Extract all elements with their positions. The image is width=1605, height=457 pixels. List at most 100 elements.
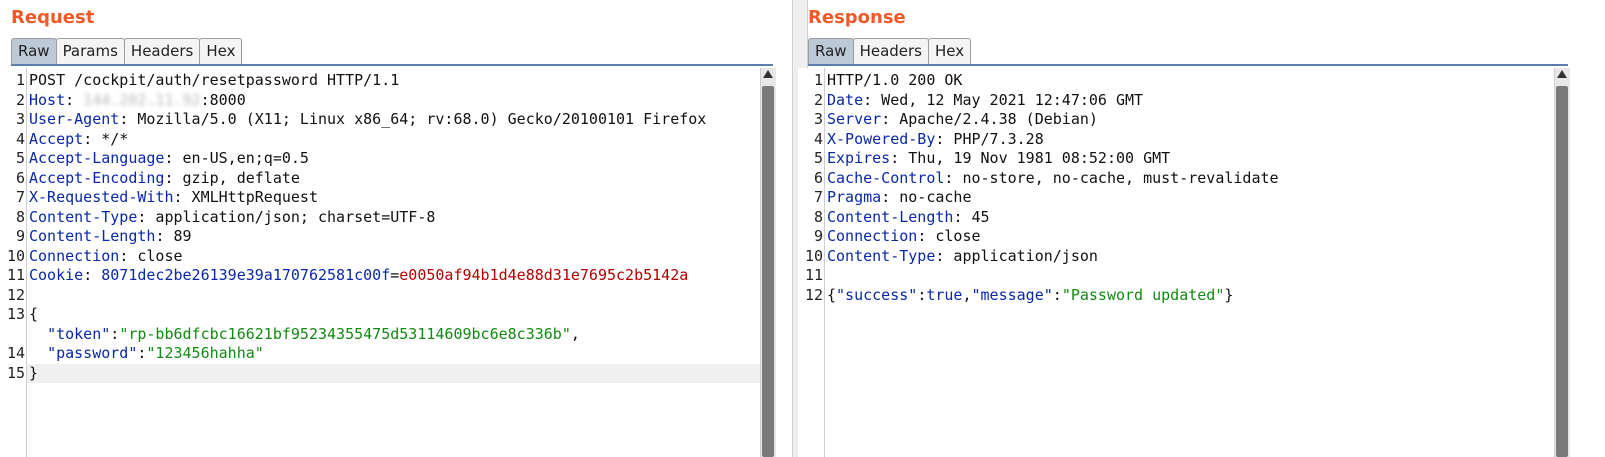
response-code-line: 10 Content-Type: application/json [798, 247, 1556, 267]
response-token: : close [917, 227, 981, 245]
request-token: "password" [47, 344, 138, 362]
response-token: Connection [827, 227, 918, 245]
request-code-line: 10 Connection: close [0, 247, 760, 267]
request-code-line: 14 "password":"123456hahha" [0, 344, 760, 364]
request-line-content: } [29, 364, 38, 384]
response-tab-raw[interactable]: Raw [808, 38, 854, 64]
request-code-line: 11 Cookie: 8071dec2be26139e39a170762581c0… [0, 266, 760, 286]
request-scrollbar[interactable] [760, 68, 776, 457]
request-editor[interactable]: 1 POST /cockpit/auth/resetpassword HTTP/1… [0, 68, 760, 457]
response-tabs: Raw Headers Hex [808, 38, 972, 65]
request-token: , [570, 324, 580, 343]
request-code-line: 5 Accept-Language: en-US,en;q=0.5 [0, 149, 760, 169]
request-line-number: 4 [15, 129, 25, 148]
request-token: e0050af94b1d4e88d31e7695c2b5142a [399, 266, 689, 284]
request-scroll-thumb[interactable] [762, 86, 774, 457]
response-code-line: 12 {"success":true,"message":"Password up… [798, 286, 1556, 306]
request-line-number: 9 [15, 227, 25, 245]
request-tab-hex[interactable]: Hex [199, 38, 243, 64]
response-line-number: 2 [813, 90, 823, 109]
response-tab-headers[interactable]: Headers [852, 38, 929, 64]
request-token: : XMLHttpRequest [173, 188, 319, 206]
request-line-content: POST /cockpit/auth/resetpassword HTTP/1.… [29, 71, 399, 91]
response-token: Cache-Control [827, 168, 945, 187]
response-line-number: 1 [813, 71, 823, 89]
request-line-number: 14 [6, 344, 25, 362]
request-panel: Request Raw Params Headers Hex 1 POST /co… [0, 0, 792, 457]
scroll-up-arrow-icon[interactable] [1557, 70, 1567, 78]
request-line-content: "password":"123456hahha" [29, 344, 264, 364]
request-code-line: 3 User-Agent: Mozilla/5.0 (X11; Linux x86… [0, 110, 760, 130]
request-tab-headers[interactable]: Headers [123, 38, 201, 64]
request-tab-raw[interactable]: Raw [11, 38, 57, 64]
request-line-number: 5 [15, 149, 25, 167]
request-token: Content-Length [29, 227, 156, 245]
request-token: : 89 [155, 227, 192, 245]
request-token: : [83, 266, 102, 284]
response-code-line: 5 Expires: Thu, 19 Nov 1981 08:52:00 GMT [798, 149, 1556, 169]
response-panel: Response Raw Headers Hex 1 HTTP/1.0 200 O… [798, 0, 1605, 457]
response-line-content: Pragma: no-cache [827, 188, 972, 208]
request-line-content: Connection: close [29, 247, 183, 267]
request-line-content: Accept-Language: en-US,en;q=0.5 [29, 149, 309, 169]
request-token: X-Requested-With [29, 188, 174, 206]
request-token: 8071dec2be26139e39a170762581c00f [101, 266, 391, 284]
request-code-line: 2 Host: 144.202.11.92:8000 [0, 91, 760, 111]
request-line-number: 7 [15, 188, 25, 206]
request-token [29, 344, 47, 362]
request-token: } [29, 363, 39, 382]
request-token: { [29, 305, 39, 323]
request-token: Content-Type [29, 207, 138, 226]
response-line-number: 10 [804, 246, 823, 265]
request-line-number: 3 [15, 110, 25, 128]
response-scrollbar[interactable] [1554, 68, 1605, 457]
scroll-up-arrow-icon[interactable] [763, 70, 773, 78]
response-code-line: 11 [798, 266, 1556, 286]
response-line-content: Server: Apache/2.4.38 (Debian) [827, 110, 1098, 130]
request-code-line: 7 X-Requested-With: XMLHttpRequest [0, 188, 760, 208]
response-editor[interactable]: 1 HTTP/1.0 200 OK 2 Date: Wed, 12 May 2021 … [798, 68, 1556, 457]
response-token: } [1224, 285, 1234, 304]
response-line-number: 8 [813, 207, 823, 226]
request-line-content: Accept: */* [29, 130, 128, 150]
request-token: = [390, 266, 400, 284]
request-code-line: "token":"rp-bb6dfcbc16621bf95234355475d5… [0, 325, 760, 345]
request-tab-params[interactable]: Params [55, 38, 125, 64]
request-line-number: 2 [15, 90, 25, 109]
response-line-content: {"success":true,"message":"Password upda… [827, 286, 1233, 306]
request-code-line: 6 Accept-Encoding: gzip, deflate [0, 169, 760, 189]
response-line-number: 5 [813, 149, 823, 167]
request-line-number: 11 [6, 266, 25, 284]
request-token: : [110, 324, 120, 343]
response-token: X-Powered-By [827, 129, 936, 148]
request-code-line: 8 Content-Type: application/json; charset… [0, 208, 760, 228]
request-line-content: Cookie: 8071dec2be26139e39a170762581c00f… [29, 266, 688, 286]
response-token: Pragma [827, 188, 882, 206]
request-token: : [65, 90, 84, 109]
response-scroll-track[interactable] [1554, 68, 1570, 457]
response-token: "message" [971, 285, 1053, 304]
response-code-line: 2 Date: Wed, 12 May 2021 12:47:06 GMT [798, 91, 1556, 111]
request-token: Connection [29, 246, 120, 265]
redacted-host-value: 144.202.11.92 [83, 90, 201, 109]
request-line-content: { [29, 305, 38, 325]
request-line-number: 6 [15, 168, 25, 187]
request-code-line: 13{ [0, 305, 760, 325]
response-scroll-thumb[interactable] [1556, 86, 1568, 457]
response-token: : application/json [935, 246, 1098, 265]
response-code-line: 6 Cache-Control: no-store, no-cache, must… [798, 169, 1556, 189]
response-token: : no-store, no-cache, must-revalidate [944, 168, 1279, 187]
response-token: Content-Type [827, 246, 936, 265]
request-line-content: "token":"rp-bb6dfcbc16621bf95234355475d5… [29, 325, 580, 345]
response-code-line: 9 Connection: close [798, 227, 1556, 247]
response-token: : 45 [953, 207, 990, 226]
response-tab-underline [808, 64, 1568, 66]
response-token: Content-Length [827, 207, 954, 226]
response-tab-hex[interactable]: Hex [928, 38, 972, 64]
request-line-content: X-Requested-With: XMLHttpRequest [29, 188, 318, 208]
response-line-content: Connection: close [827, 227, 981, 247]
response-token: Date [827, 90, 864, 109]
request-line-number: 1 [15, 71, 25, 89]
response-token: : Apache/2.4.38 (Debian) [881, 110, 1098, 128]
response-line-number: 9 [813, 227, 823, 245]
